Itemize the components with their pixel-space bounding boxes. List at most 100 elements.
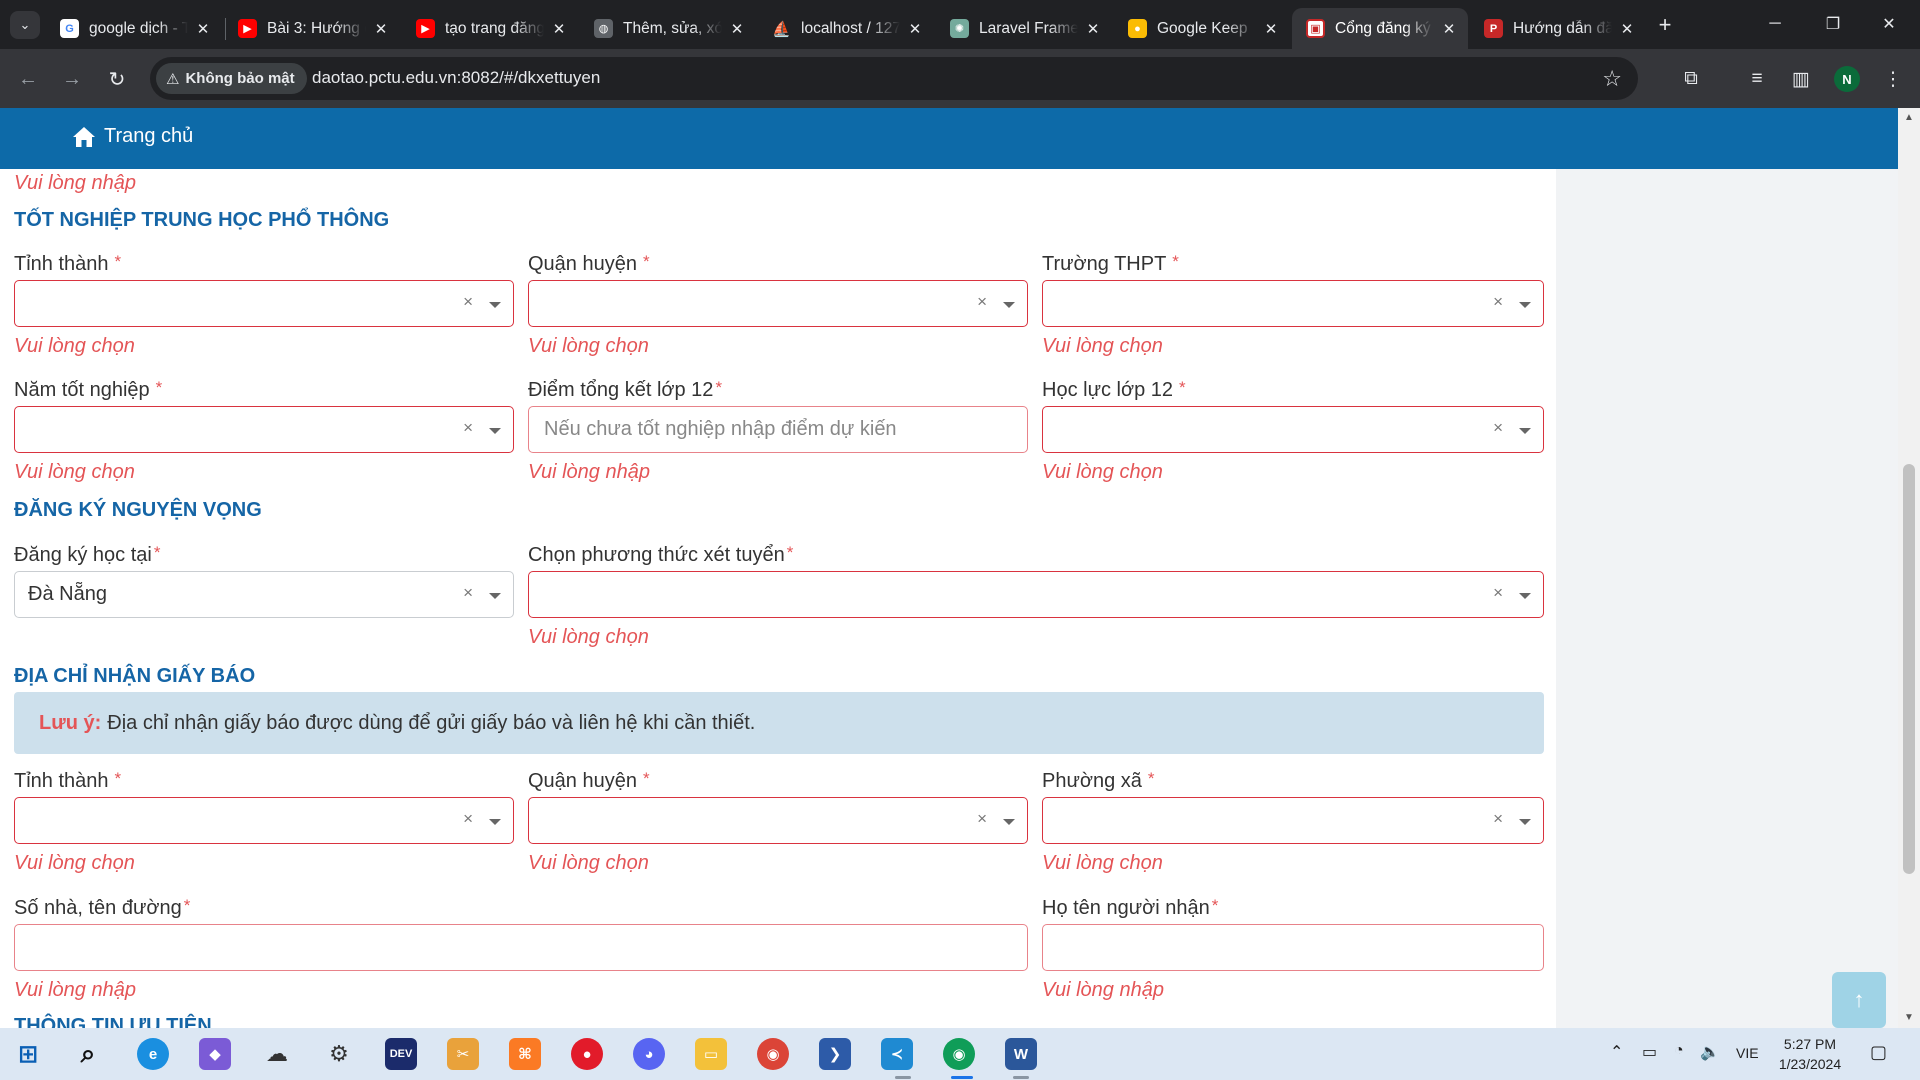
tab-1[interactable]: G google dịch - Tìm trên Google ✕ [46, 8, 222, 49]
grad-province-select[interactable]: × [14, 280, 514, 327]
clear-icon[interactable]: × [1493, 583, 1503, 603]
powershell-icon[interactable]: ❯ [819, 1038, 851, 1070]
volume-icon[interactable]: 🔈 [1700, 1042, 1720, 1062]
grad-year-select[interactable]: × [14, 406, 514, 453]
mail-district-select[interactable]: × [528, 797, 1028, 844]
clear-icon[interactable]: × [463, 292, 473, 312]
mail-ward-select[interactable]: × [1042, 797, 1544, 844]
close-tab-icon[interactable]: ✕ [372, 20, 390, 38]
extensions-puzzle-icon[interactable]: ⧉ [1676, 64, 1706, 94]
address-bar[interactable]: ⚠ Không bảo mật daotao.pctu.edu.vn:8082/… [150, 57, 1638, 100]
scroll-down-arrow-icon[interactable]: ▼ [1903, 1012, 1915, 1024]
caret-down-icon[interactable] [489, 428, 501, 434]
pctu-icon: P [1484, 19, 1503, 38]
chrome-profile-icon[interactable]: ◉ [943, 1038, 975, 1070]
tab-3[interactable]: ▶ tạo trang đăng ký ✕ [402, 8, 578, 49]
clear-icon[interactable]: × [1493, 292, 1503, 312]
url-text[interactable]: daotao.pctu.edu.vn:8082/#/dkxettuyen [312, 68, 600, 88]
close-tab-icon[interactable]: ✕ [728, 20, 746, 38]
battery-icon[interactable]: ▭ [1642, 1042, 1657, 1062]
tab-8-active[interactable]: ▣ Cổng đăng ký xét tuyển ✕ [1292, 8, 1468, 49]
scroll-up-arrow-icon[interactable]: ▲ [1903, 112, 1915, 124]
tab-6[interactable]: ✺ Laravel Framework ✕ [936, 8, 1112, 49]
media-queue-icon[interactable]: ≡ [1742, 64, 1772, 94]
grad-district-select[interactable]: × [528, 280, 1028, 327]
devc-icon[interactable]: DEV [385, 1038, 417, 1070]
edge-icon[interactable]: e [137, 1038, 169, 1070]
clear-icon[interactable]: × [463, 418, 473, 438]
close-tab-icon[interactable]: ✕ [1440, 20, 1458, 38]
clear-icon[interactable]: × [463, 583, 473, 603]
scrollbar-thumb[interactable] [1903, 464, 1915, 874]
caret-down-icon[interactable] [489, 593, 501, 599]
side-panel-icon[interactable]: ▥ [1786, 64, 1816, 94]
windows-start-icon[interactable]: ⊞ [12, 1038, 44, 1070]
close-tab-icon[interactable]: ✕ [550, 20, 568, 38]
tab-9[interactable]: P Hướng dẫn đăng ký ✕ [1470, 8, 1646, 49]
rank-select[interactable]: × [1042, 406, 1544, 453]
settings-icon[interactable]: ⚙ [323, 1038, 355, 1070]
caret-down-icon[interactable] [1003, 819, 1015, 825]
cloud-icon[interactable]: ☁ [261, 1038, 293, 1070]
home-link[interactable]: Trang chủ [72, 125, 193, 148]
street-input[interactable] [14, 924, 1028, 971]
tab-2[interactable]: ▶ Bài 3: Hướng dẫn ✕ [224, 8, 400, 49]
search-icon[interactable]: ⌕ [72, 1038, 104, 1070]
bookmark-star-icon[interactable]: ☆ [1602, 66, 1622, 92]
cube-icon[interactable]: ◆ [199, 1038, 231, 1070]
close-tab-icon[interactable]: ✕ [906, 20, 924, 38]
clear-icon[interactable]: × [977, 809, 987, 829]
caret-down-icon[interactable] [489, 819, 501, 825]
restore-icon[interactable]: ❐ [1810, 8, 1856, 40]
mail-province-select[interactable]: × [14, 797, 514, 844]
tab-7[interactable]: ● Google Keep ✕ [1114, 8, 1290, 49]
close-tab-icon[interactable]: ✕ [194, 20, 212, 38]
recipient-input[interactable] [1042, 924, 1544, 971]
clear-icon[interactable]: × [1493, 418, 1503, 438]
language-indicator[interactable]: VIE [1736, 1045, 1759, 1061]
xampp-icon[interactable]: ⌘ [509, 1038, 541, 1070]
close-tab-icon[interactable]: ✕ [1084, 20, 1102, 38]
file-explorer-icon[interactable]: ▭ [695, 1038, 727, 1070]
gpa-input[interactable] [528, 406, 1028, 453]
security-chip[interactable]: ⚠ Không bảo mật [156, 63, 307, 94]
caret-down-icon[interactable] [1519, 302, 1531, 308]
caret-down-icon[interactable] [489, 302, 501, 308]
grad-school-select[interactable]: × [1042, 280, 1544, 327]
system-clock[interactable]: 5:27 PM 1/23/2024 [1760, 1034, 1860, 1074]
page-scrollbar[interactable]: ▲ ▼ [1898, 108, 1920, 1028]
caret-down-icon[interactable] [1003, 302, 1015, 308]
chrome-icon[interactable]: ◉ [757, 1038, 789, 1070]
new-tab-plus-icon[interactable]: + [1652, 12, 1678, 38]
minimize-icon[interactable]: ─ [1752, 8, 1798, 40]
notification-icon[interactable]: ▢ [1870, 1042, 1887, 1063]
word-icon[interactable]: W [1005, 1038, 1037, 1070]
close-tab-icon[interactable]: ✕ [1618, 20, 1636, 38]
section-title-graduation: TỐT NGHIỆP TRUNG HỌC PHỔ THÔNG [14, 209, 390, 231]
caret-down-icon[interactable] [1519, 593, 1531, 599]
clear-icon[interactable]: × [1493, 809, 1503, 829]
campus-select[interactable]: Đà Nẵng × [14, 571, 514, 618]
reload-icon[interactable]: ↻ [103, 65, 131, 93]
close-tab-icon[interactable]: ✕ [1262, 20, 1280, 38]
record-icon[interactable]: ● [571, 1038, 603, 1070]
tab-search-chevron-icon[interactable]: ⌄ [10, 11, 40, 39]
wifi-icon[interactable]: ◔ [1674, 1042, 1684, 1060]
back-arrow-icon[interactable]: ← [14, 65, 42, 93]
forward-arrow-icon[interactable]: → [58, 65, 86, 93]
tab-4[interactable]: ◍ Thêm, sửa, xóa ✕ [580, 8, 756, 49]
clear-icon[interactable]: × [463, 809, 473, 829]
clear-icon[interactable]: × [977, 292, 987, 312]
vscode-icon[interactable]: ≺ [881, 1038, 913, 1070]
more-menu-icon[interactable]: ⋮ [1878, 64, 1908, 94]
tab-5[interactable]: ⛵ localhost / 127.0.0.1 ✕ [758, 8, 934, 49]
close-window-icon[interactable]: ✕ [1866, 8, 1912, 40]
discord-icon[interactable]: ◕ [633, 1038, 665, 1070]
back-to-top-arrow-icon[interactable]: ↑ [1832, 972, 1886, 1028]
profile-avatar[interactable]: N [1834, 66, 1860, 92]
method-select[interactable]: × [528, 571, 1544, 618]
caret-down-icon[interactable] [1519, 428, 1531, 434]
caret-down-icon[interactable] [1519, 819, 1531, 825]
snipping-icon[interactable]: ✂ [447, 1038, 479, 1070]
show-hidden-icons-chevron-icon[interactable]: ⌃ [1610, 1042, 1623, 1062]
